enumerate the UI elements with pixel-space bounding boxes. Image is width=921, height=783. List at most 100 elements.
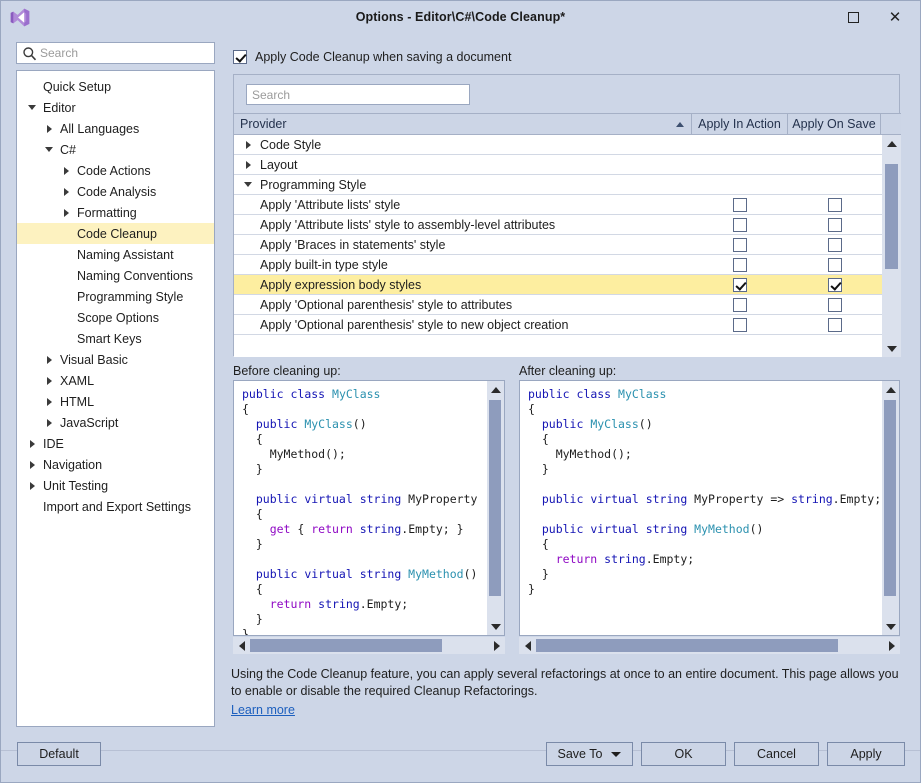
chevron-down-icon[interactable] — [25, 105, 39, 110]
cancel-button[interactable]: Cancel — [734, 742, 819, 766]
apply-code-cleanup-on-save-checkbox[interactable] — [233, 50, 247, 64]
apply-on-save-checkbox[interactable] — [828, 318, 842, 332]
provider-group-row[interactable]: Code Style — [234, 135, 882, 155]
provider-group-row[interactable]: Programming Style — [234, 175, 882, 195]
chevron-right-icon[interactable] — [42, 356, 56, 364]
chevron-right-icon[interactable] — [240, 161, 256, 169]
apply-on-save-checkbox-cell[interactable] — [788, 298, 881, 312]
scroll-down-icon[interactable] — [487, 618, 504, 635]
after-code-vertical-scrollbar[interactable] — [882, 381, 899, 635]
scroll-up-icon[interactable] — [882, 135, 901, 152]
apply-on-save-checkbox-cell[interactable] — [788, 218, 881, 232]
apply-code-cleanup-on-save-row[interactable]: Apply Code Cleanup when saving a documen… — [233, 48, 511, 66]
chevron-right-icon[interactable] — [240, 141, 256, 149]
close-icon[interactable]: ✕ — [874, 1, 916, 33]
sidebar-item-naming-assistant[interactable]: Naming Assistant — [17, 244, 214, 265]
apply-in-action-checkbox-cell[interactable] — [692, 238, 788, 252]
sidebar-item-programming-style[interactable]: Programming Style — [17, 286, 214, 307]
provider-row[interactable]: Apply 'Attribute lists' style to assembl… — [234, 215, 882, 235]
sidebar-item-scope-options[interactable]: Scope Options — [17, 307, 214, 328]
provider-row[interactable]: Apply expression body styles — [234, 275, 882, 295]
apply-on-save-checkbox[interactable] — [828, 198, 842, 212]
sidebar-item-import-and-export-settings[interactable]: Import and Export Settings — [17, 496, 214, 517]
sidebar-item-quick-setup[interactable]: Quick Setup — [17, 76, 214, 97]
sidebar-item-editor[interactable]: Editor — [17, 97, 214, 118]
apply-on-save-checkbox-cell[interactable] — [788, 318, 881, 332]
provider-row[interactable]: Apply 'Optional parenthesis' style to at… — [234, 295, 882, 315]
scrollbar-thumb[interactable] — [884, 400, 896, 596]
scrollbar-thumb[interactable] — [250, 639, 442, 652]
sidebar-item-code-actions[interactable]: Code Actions — [17, 160, 214, 181]
scrollbar-thumb[interactable] — [536, 639, 838, 652]
ok-button[interactable]: OK — [641, 742, 726, 766]
sidebar-item-code-analysis[interactable]: Code Analysis — [17, 181, 214, 202]
before-code-horizontal-scrollbar[interactable] — [233, 637, 505, 654]
apply-on-save-checkbox-cell[interactable] — [788, 258, 881, 272]
provider-row[interactable]: Apply built-in type style — [234, 255, 882, 275]
scroll-down-icon[interactable] — [882, 618, 899, 635]
apply-in-action-checkbox-cell[interactable] — [692, 298, 788, 312]
chevron-down-icon[interactable] — [42, 147, 56, 152]
scroll-up-icon[interactable] — [487, 381, 504, 398]
apply-in-action-checkbox-cell[interactable] — [692, 198, 788, 212]
search-input[interactable] — [40, 46, 208, 60]
sidebar-item-c[interactable]: C# — [17, 139, 214, 160]
chevron-right-icon[interactable] — [59, 209, 73, 217]
apply-on-save-checkbox[interactable] — [828, 278, 842, 292]
apply-in-action-checkbox[interactable] — [733, 298, 747, 312]
maximize-icon[interactable] — [832, 1, 874, 33]
chevron-right-icon[interactable] — [42, 398, 56, 406]
provider-grid-body[interactable]: Code StyleLayoutProgramming StyleApply '… — [234, 135, 882, 357]
scroll-up-icon[interactable] — [882, 381, 899, 398]
column-header-provider[interactable]: Provider — [234, 114, 692, 134]
scrollbar-thumb[interactable] — [489, 400, 501, 596]
scroll-left-icon[interactable] — [519, 637, 536, 654]
apply-in-action-checkbox[interactable] — [733, 318, 747, 332]
apply-in-action-checkbox-cell[interactable] — [692, 218, 788, 232]
apply-on-save-checkbox[interactable] — [828, 298, 842, 312]
chevron-right-icon[interactable] — [42, 377, 56, 385]
column-header-apply-on-save[interactable]: Apply On Save — [788, 114, 881, 134]
save-to-button[interactable]: Save To — [546, 742, 633, 766]
apply-on-save-checkbox-cell[interactable] — [788, 238, 881, 252]
apply-on-save-checkbox[interactable] — [828, 258, 842, 272]
apply-in-action-checkbox[interactable] — [733, 218, 747, 232]
sidebar-item-unit-testing[interactable]: Unit Testing — [17, 475, 214, 496]
options-tree[interactable]: Quick SetupEditorAll LanguagesC#Code Act… — [16, 70, 215, 727]
chevron-right-icon[interactable] — [25, 461, 39, 469]
sidebar-item-navigation[interactable]: Navigation — [17, 454, 214, 475]
apply-on-save-checkbox-cell[interactable] — [788, 198, 881, 212]
chevron-right-icon[interactable] — [42, 125, 56, 133]
provider-grid-vertical-scrollbar[interactable] — [882, 135, 901, 357]
sidebar-item-smart-keys[interactable]: Smart Keys — [17, 328, 214, 349]
chevron-right-icon[interactable] — [25, 482, 39, 490]
chevron-right-icon[interactable] — [25, 440, 39, 448]
provider-row[interactable]: Apply 'Attribute lists' style — [234, 195, 882, 215]
learn-more-link[interactable]: Learn more — [231, 703, 295, 717]
apply-in-action-checkbox[interactable] — [733, 198, 747, 212]
chevron-down-icon[interactable] — [240, 182, 256, 187]
provider-group-row[interactable]: Layout — [234, 155, 882, 175]
provider-row[interactable]: Apply 'Optional parenthesis' style to ne… — [234, 315, 882, 335]
scroll-right-icon[interactable] — [488, 637, 505, 654]
sidebar-item-code-cleanup[interactable]: Code Cleanup — [17, 223, 214, 244]
provider-row[interactable]: Apply 'Braces in statements' style — [234, 235, 882, 255]
sidebar-item-formatting[interactable]: Formatting — [17, 202, 214, 223]
apply-on-save-checkbox[interactable] — [828, 218, 842, 232]
apply-in-action-checkbox-cell[interactable] — [692, 278, 788, 292]
column-header-apply-in-action[interactable]: Apply In Action — [692, 114, 788, 134]
scroll-left-icon[interactable] — [233, 637, 250, 654]
sidebar-search-box[interactable] — [16, 42, 215, 64]
chevron-right-icon[interactable] — [59, 167, 73, 175]
apply-on-save-checkbox-cell[interactable] — [788, 278, 881, 292]
chevron-right-icon[interactable] — [42, 419, 56, 427]
apply-button[interactable]: Apply — [827, 742, 905, 766]
scroll-right-icon[interactable] — [883, 637, 900, 654]
provider-search-input[interactable] — [246, 84, 470, 105]
default-button[interactable]: Default — [17, 742, 101, 766]
sidebar-item-all-languages[interactable]: All Languages — [17, 118, 214, 139]
before-code-vertical-scrollbar[interactable] — [487, 381, 504, 635]
sidebar-item-naming-conventions[interactable]: Naming Conventions — [17, 265, 214, 286]
apply-in-action-checkbox[interactable] — [733, 258, 747, 272]
sidebar-item-xaml[interactable]: XAML — [17, 370, 214, 391]
